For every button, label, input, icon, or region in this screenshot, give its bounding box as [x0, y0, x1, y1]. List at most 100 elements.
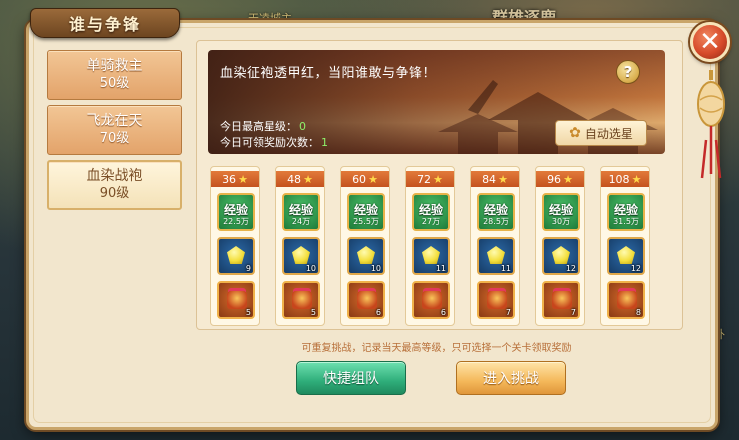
gift-count: 7 — [505, 308, 511, 317]
star-requirement: 36 — [222, 172, 237, 186]
star-icon: ★ — [498, 172, 508, 186]
gift-box-icon — [292, 291, 312, 309]
star-requirement: 72 — [417, 172, 432, 186]
enter-challenge-button[interactable]: 进入挑战 — [456, 361, 566, 395]
exp-amount: 24万 — [291, 217, 311, 226]
star-icon: ★ — [368, 172, 378, 186]
stage-card[interactable]: 72 ★ 经验 27万 11 6 — [405, 166, 455, 326]
level-tab-1[interactable]: 飞龙在天 70级 — [47, 105, 182, 155]
star-icon: ★ — [563, 172, 573, 186]
level-name: 飞龙在天 — [86, 113, 143, 129]
level-list: 单骑救主 50级 飞龙在天 70级 血染战袍 90级 — [47, 50, 182, 215]
gift-box-icon — [227, 291, 247, 309]
star-icon: ★ — [303, 172, 313, 186]
auto-select-button[interactable]: ✿ 自动选星 — [555, 120, 647, 146]
gem-count: 12 — [630, 264, 641, 273]
stage-card[interactable]: 60 ★ 经验 25.5万 10 6 — [340, 166, 390, 326]
gift-box-icon — [422, 291, 442, 309]
stage-list: 36 ★ 经验 22.5万 9 5 48 ★ 经验 24万 10 5 60 ★ 经验 25.… — [208, 166, 665, 326]
quick-team-button[interactable]: 快捷组队 — [296, 361, 406, 395]
star-requirement: 48 — [287, 172, 302, 186]
gem-reward[interactable]: 11 — [412, 237, 450, 275]
panel-title: 谁与争锋 — [68, 15, 141, 34]
gift-reward[interactable]: 5 — [217, 281, 255, 319]
exp-amount: 25.5万 — [353, 217, 379, 226]
star-requirement: 108 — [608, 172, 630, 186]
stage-star-header: 48 ★ — [276, 171, 324, 187]
stage-star-header: 96 ★ — [536, 171, 584, 187]
gift-reward[interactable]: 5 — [282, 281, 320, 319]
gem-icon — [552, 246, 570, 264]
exp-amount: 30万 — [551, 217, 571, 226]
exp-reward[interactable]: 经验 27万 — [412, 193, 450, 231]
gem-reward[interactable]: 10 — [282, 237, 320, 275]
gem-icon — [357, 246, 375, 264]
level-requirement: 70级 — [99, 131, 130, 146]
rewards-value: 1 — [321, 136, 328, 149]
gear-icon: ✿ — [569, 125, 581, 141]
gift-reward[interactable]: 7 — [477, 281, 515, 319]
stage-star-header: 72 ★ — [406, 171, 454, 187]
panel-title-tab: 谁与争锋 — [30, 8, 180, 38]
gift-box-icon — [487, 291, 507, 309]
star-icon: ★ — [631, 172, 642, 186]
gem-reward[interactable]: 12 — [607, 237, 645, 275]
gem-icon — [617, 246, 635, 264]
close-icon: ✕ — [699, 27, 721, 57]
stage-star-header: 60 ★ — [341, 171, 389, 187]
exp-reward[interactable]: 经验 28.5万 — [477, 193, 515, 231]
close-button[interactable]: ✕ — [690, 22, 730, 62]
level-tab-0[interactable]: 单骑救主 50级 — [47, 50, 182, 100]
enter-challenge-label: 进入挑战 — [483, 371, 539, 387]
gift-box-icon — [617, 291, 637, 309]
gift-box-icon — [552, 291, 572, 309]
exp-reward[interactable]: 经验 25.5万 — [347, 193, 385, 231]
stage-card[interactable]: 48 ★ 经验 24万 10 5 — [275, 166, 325, 326]
gem-reward[interactable]: 9 — [217, 237, 255, 275]
stage-card[interactable]: 84 ★ 经验 28.5万 11 7 — [470, 166, 520, 326]
gem-count: 9 — [245, 264, 251, 273]
exp-reward[interactable]: 经验 31.5万 — [607, 193, 645, 231]
level-tab-2[interactable]: 血染战袍 90级 — [47, 160, 182, 210]
exp-amount: 27万 — [421, 217, 441, 226]
gift-count: 6 — [440, 308, 446, 317]
gem-reward[interactable]: 11 — [477, 237, 515, 275]
level-requirement: 90级 — [99, 186, 130, 201]
star-requirement: 84 — [482, 172, 497, 186]
exp-amount: 22.5万 — [223, 217, 249, 226]
gem-count: 10 — [370, 264, 381, 273]
gem-reward[interactable]: 12 — [542, 237, 580, 275]
exp-reward[interactable]: 经验 24万 — [282, 193, 320, 231]
gem-count: 11 — [500, 264, 511, 273]
gift-reward[interactable]: 6 — [412, 281, 450, 319]
level-requirement: 50级 — [99, 76, 130, 91]
star-icon: ★ — [433, 172, 443, 186]
question-icon: ? — [623, 63, 633, 81]
gift-count: 6 — [375, 308, 381, 317]
challenge-hint: 可重复挑战，记录当天最高等级，只可选择一个关卡领取奖励 — [301, 343, 572, 354]
level-name: 单骑救主 — [86, 58, 143, 74]
stage-card[interactable]: 108 ★ 经验 31.5万 12 8 — [600, 166, 650, 326]
star-requirement: 60 — [352, 172, 367, 186]
exp-reward[interactable]: 经验 30万 — [542, 193, 580, 231]
gift-reward[interactable]: 7 — [542, 281, 580, 319]
gift-reward[interactable]: 6 — [347, 281, 385, 319]
gem-icon — [487, 246, 505, 264]
auto-select-label: 自动选星 — [584, 126, 633, 141]
stage-banner: 血染征袍透甲红，当阳谁敢与争锋！ 今日最高星级： 0 今日可领奖励次数： 1 ? ✿… — [208, 50, 665, 154]
stage-star-header: 108 ★ — [601, 171, 649, 187]
gift-count: 7 — [570, 308, 576, 317]
stage-card[interactable]: 36 ★ 经验 22.5万 9 5 — [210, 166, 260, 326]
gift-count: 8 — [635, 308, 641, 317]
gem-icon — [227, 246, 245, 264]
gift-box-icon — [357, 291, 377, 309]
gem-icon — [422, 246, 440, 264]
star-requirement: 96 — [547, 172, 562, 186]
gift-count: 5 — [310, 308, 316, 317]
exp-reward[interactable]: 经验 22.5万 — [217, 193, 255, 231]
stage-star-header: 84 ★ — [471, 171, 519, 187]
gift-reward[interactable]: 8 — [607, 281, 645, 319]
help-button[interactable]: ? — [616, 60, 640, 84]
stage-card[interactable]: 96 ★ 经验 30万 12 7 — [535, 166, 585, 326]
gem-reward[interactable]: 10 — [347, 237, 385, 275]
